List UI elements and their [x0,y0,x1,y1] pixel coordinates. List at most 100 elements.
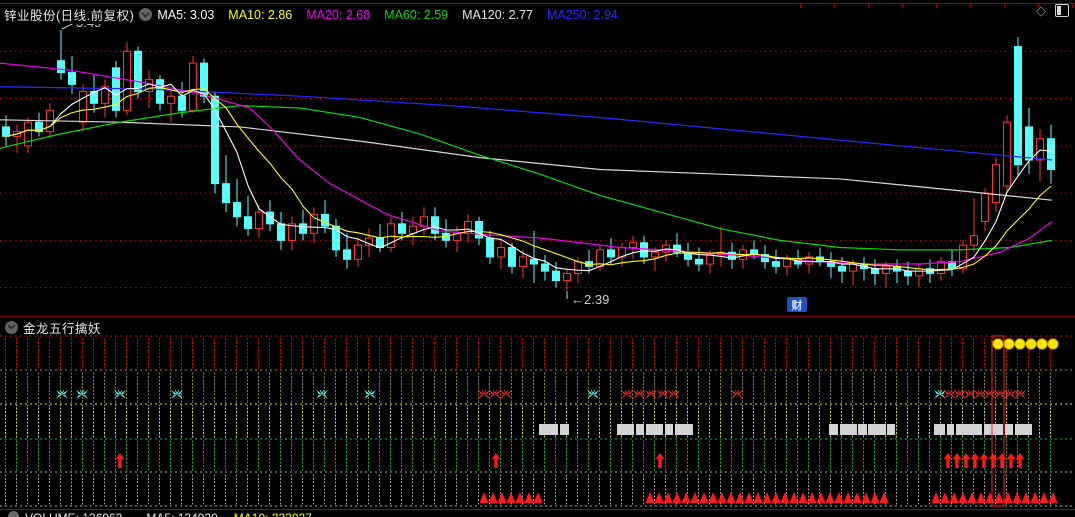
yellow-dot-signal [1003,338,1015,350]
cyan-butterfly-icon [171,389,183,399]
red-triangle-signal [488,492,498,503]
red-triangle-signal [976,492,986,503]
watermark-badge: 财 [787,297,807,312]
header-icons: ◇ [1036,4,1069,17]
svg-text:3.49: 3.49 [76,24,101,30]
red-up-arrow-signal [970,453,980,468]
pane-layout-icon[interactable] [1055,4,1069,17]
white-block-signal [560,424,569,435]
red-up-arrow-signal [961,453,971,468]
red-triangle-signal [949,492,959,503]
red-butterfly-icon [964,389,976,399]
red-triangle-signal [789,492,799,503]
candlestick-chart[interactable]: 3.49 ←2.39 [0,24,1075,317]
red-triangle-signal [843,492,853,503]
yellow-dot-signal [1014,338,1026,350]
yellow-dot-signal [1025,338,1037,350]
chevron-down-icon[interactable] [139,8,153,21]
white-block-signal [868,424,886,435]
red-butterfly-icon [1004,389,1016,399]
red-up-arrow-signal [1015,453,1025,468]
red-up-arrow-signal [979,453,989,468]
legend-ma20: MA20: 2.68 [306,7,371,22]
svg-text:←2.39: ←2.39 [571,292,609,307]
red-triangle-signal [870,492,880,503]
red-triangle-signal [780,492,790,503]
red-up-arrow-signal [952,453,962,468]
red-triangle-signal [726,492,736,503]
stock-app-window: 锌业股份(日线.前复权) MA5: 3.03 MA10: 2.86 MA20: 2.… [0,0,1075,517]
red-triangle-signal [879,492,889,503]
red-butterfly-icon [478,389,490,399]
red-triangle-signal [1030,492,1040,503]
red-up-arrow-signal [115,453,125,468]
white-block-signal [858,424,867,435]
indicator-header: 金龙五行擒妖 [0,319,102,336]
chevron-down-icon[interactable] [5,320,18,334]
white-block-signal [947,424,954,435]
red-butterfly-icon [489,389,501,399]
volume-statusbar: VOLUME: 136963 MA5: 134920 MA10: 232927 [0,511,1075,517]
cyan-butterfly-icon [934,389,946,399]
red-triangle-signal [663,492,673,503]
legend-ma10: MA10: 2.86 [228,7,293,22]
red-triangle-signal [681,492,691,503]
chevron-circle-icon[interactable] [8,511,19,517]
selected-bar-cursor[interactable] [991,335,1005,507]
red-butterfly-icon [731,389,743,399]
indicator-symbols-layer [0,335,1075,507]
white-block-signal [1015,424,1032,435]
red-triangle-signal [515,492,525,503]
legend-ma250: MA250: 2.94 [547,7,618,22]
red-triangle-signal [497,492,507,503]
red-butterfly-icon [657,389,669,399]
white-block-signal [675,424,693,435]
volume-ma5: MA5: 134920 [146,511,217,517]
red-butterfly-icon [633,389,645,399]
red-triangle-signal [645,492,655,503]
white-block-signal [829,424,838,435]
red-triangle-signal [861,492,871,503]
main-chart-header: 锌业股份(日线.前复权) MA5: 3.03 MA10: 2.86 MA20: 2.… [0,5,1075,24]
red-triangle-signal [940,492,950,503]
red-triangle-signal [834,492,844,503]
red-triangle-signal [699,492,709,503]
red-triangle-signal [958,492,968,503]
red-triangle-signal [690,492,700,503]
red-triangle-signal [753,492,763,503]
red-triangle-signal [1021,492,1031,503]
footer-separator [0,509,1075,510]
red-triangle-signal [479,492,489,503]
red-triangle-signal [852,492,862,503]
red-triangle-signal [533,492,543,503]
white-block-signal [956,424,982,435]
legend-ma120: MA120: 2.77 [462,7,533,22]
white-block-signal [934,424,945,435]
white-block-signal [887,424,895,435]
red-triangle-signal [506,492,516,503]
white-block-signal [984,424,1003,435]
red-triangle-signal [1039,492,1049,503]
indicator-panel[interactable]: 金龙五行擒妖 [0,317,1075,509]
white-block-signal [665,424,673,435]
red-triangle-signal [744,492,754,503]
yellow-dot-signal [1036,338,1048,350]
red-triangle-signal [717,492,727,503]
red-triangle-signal [798,492,808,503]
stock-title: 锌业股份(日线.前复权) [4,9,135,23]
red-up-arrow-signal [1006,453,1016,468]
cyan-butterfly-icon [56,389,68,399]
red-butterfly-icon [944,389,956,399]
red-up-arrow-signal [655,453,665,468]
indicator-title: 金龙五行擒妖 [23,321,102,336]
red-triangle-signal [816,492,826,503]
legend-ma5: MA5: 3.03 [157,7,215,22]
volume-value: VOLUME: 136963 [25,511,122,517]
red-butterfly-icon [954,389,966,399]
diamond-icon[interactable]: ◇ [1036,4,1046,17]
red-butterfly-icon [1014,389,1026,399]
red-triangle-signal [931,492,941,503]
white-block-signal [539,424,558,435]
cyan-butterfly-icon [364,389,376,399]
volume-ma10: MA10: 232927 [234,511,312,517]
